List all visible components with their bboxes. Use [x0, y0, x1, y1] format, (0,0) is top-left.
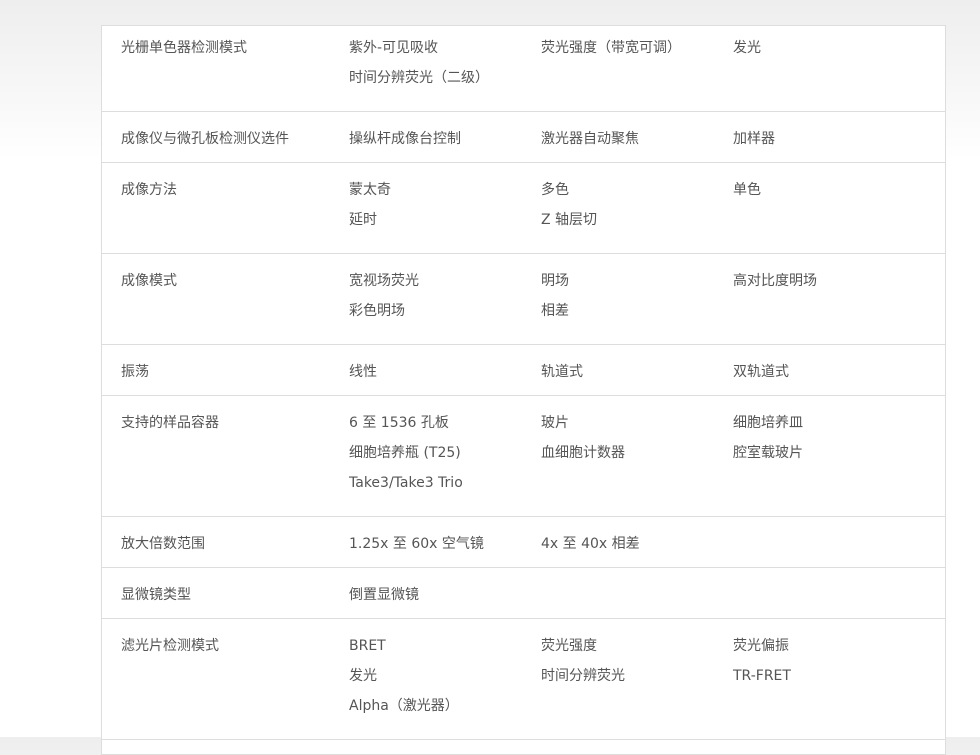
row-values-col1: BRET 发光 Alpha（激光器）	[349, 618, 541, 740]
spec-value: Alpha（激光器）	[349, 698, 459, 714]
spec-value: 发光	[733, 40, 761, 56]
spec-value: 细胞培养瓶 (T25)	[349, 445, 461, 461]
table-row: 显微镜类型 倒置显微镜	[102, 567, 945, 619]
row-values-col2: 明场 相差	[541, 253, 733, 345]
row-values-col3: 细胞培养皿 腔室载玻片	[733, 395, 945, 517]
spec-value: Take3/Take3 Trio	[349, 475, 463, 491]
row-values-col3: 双轨道式	[733, 344, 945, 396]
spec-value: 发光	[349, 668, 377, 684]
row-label: 振荡	[102, 344, 349, 396]
row-values-col3	[733, 516, 945, 568]
spec-value: BRET	[349, 638, 386, 654]
spec-value: 双轨道式	[733, 364, 789, 380]
row-values-col1: 6 至 1536 孔板 细胞培养瓶 (T25) Take3/Take3 Trio	[349, 395, 541, 517]
row-label: 成像仪与微孔板检测仪选件	[102, 111, 349, 163]
spec-value: 多色	[541, 182, 569, 198]
table-row: 支持的样品容器 6 至 1536 孔板 细胞培养瓶 (T25) Take3/Ta…	[102, 395, 945, 517]
row-values-col2: 荧光强度（带宽可调）	[541, 26, 733, 112]
row-values-col3: 单色	[733, 162, 945, 254]
spec-value: 4x 至 40x 相差	[541, 536, 640, 552]
table-row: 光栅单色器检测模式 紫外-可见吸收 时间分辨荧光（二级） 荧光强度（带宽可调） …	[102, 26, 945, 112]
row-label: 成像模式	[102, 253, 349, 345]
spec-value: 荧光偏振	[733, 638, 789, 654]
spec-value: 操纵杆成像台控制	[349, 131, 461, 147]
spec-value: 腔室载玻片	[733, 445, 803, 461]
spec-value: 相差	[541, 303, 569, 319]
row-values-col3	[733, 567, 945, 619]
table-row: 成像模式 宽视场荧光 彩色明场 明场 相差 高对比度明场	[102, 253, 945, 345]
table-row: 振荡 线性 轨道式 双轨道式	[102, 344, 945, 396]
row-values-col1: 1.25x 至 60x 空气镜	[349, 516, 541, 568]
spec-value: 荧光强度	[541, 638, 597, 654]
table-row: 滤光片检测模式 BRET 发光 Alpha（激光器） 荧光强度 时间分辨荧光 荧…	[102, 618, 945, 740]
spec-value: 1.25x 至 60x 空气镜	[349, 536, 484, 552]
spec-value: 时间分辨荧光（二级）	[349, 70, 489, 86]
spec-value: 单色	[733, 182, 761, 198]
row-values-col1: 倒置显微镜	[349, 567, 541, 619]
row-values-col1: 线性	[349, 344, 541, 396]
spec-value: 高对比度明场	[733, 273, 817, 289]
spec-panel: 光栅单色器检测模式 紫外-可见吸收 时间分辨荧光（二级） 荧光强度（带宽可调） …	[101, 25, 946, 755]
row-values-col2: 多色 Z 轴层切	[541, 162, 733, 254]
spec-value: 荧光强度（带宽可调）	[541, 40, 681, 56]
spec-value: 明场	[541, 273, 569, 289]
row-label: 滤光片检测模式	[102, 618, 349, 740]
spec-value: 玻片	[541, 415, 569, 431]
row-values-col2: 轨道式	[541, 344, 733, 396]
spec-value: 紫外-可见吸收	[349, 40, 439, 56]
spec-value: 线性	[349, 364, 377, 380]
table-row: 成像仪与微孔板检测仪选件 操纵杆成像台控制 激光器自动聚焦 加样器	[102, 111, 945, 163]
row-label: 光栅单色器检测模式	[102, 26, 349, 112]
spec-value: 蒙太奇	[349, 182, 391, 198]
row-values-col2: 激光器自动聚焦	[541, 111, 733, 163]
spec-value: 6 至 1536 孔板	[349, 415, 449, 431]
row-values-col1: 蒙太奇 延时	[349, 162, 541, 254]
table-row: 放大倍数范围 1.25x 至 60x 空气镜 4x 至 40x 相差	[102, 516, 945, 568]
row-values-col1: 操纵杆成像台控制	[349, 111, 541, 163]
row-values-col3: 高对比度明场	[733, 253, 945, 345]
row-values-col1: 宽视场荧光 彩色明场	[349, 253, 541, 345]
row-label: 成像方法	[102, 162, 349, 254]
row-values-col2	[541, 567, 733, 619]
spec-value: 细胞培养皿	[733, 415, 803, 431]
row-label: 放大倍数范围	[102, 516, 349, 568]
row-values-col2: 荧光强度 时间分辨荧光	[541, 618, 733, 740]
spec-value: 时间分辨荧光	[541, 668, 625, 684]
spec-value: 激光器自动聚焦	[541, 131, 639, 147]
spec-value: 延时	[349, 212, 377, 228]
spec-value: 血细胞计数器	[541, 445, 625, 461]
row-values-col3: 加样器	[733, 111, 945, 163]
spec-value: 加样器	[733, 131, 775, 147]
spec-value: TR-FRET	[733, 668, 791, 684]
row-values-col2: 4x 至 40x 相差	[541, 516, 733, 568]
row-values-col1: 紫外-可见吸收 时间分辨荧光（二级）	[349, 26, 541, 112]
table-row: 成像方法 蒙太奇 延时 多色 Z 轴层切 单色	[102, 162, 945, 254]
row-label: 支持的样品容器	[102, 395, 349, 517]
row-values-col3: 发光	[733, 26, 945, 112]
row-label: 显微镜类型	[102, 567, 349, 619]
spec-value: 倒置显微镜	[349, 587, 419, 603]
row-values-col3: 荧光偏振 TR-FRET	[733, 618, 945, 740]
spec-value: 彩色明场	[349, 303, 405, 319]
spec-table: 光栅单色器检测模式 紫外-可见吸收 时间分辨荧光（二级） 荧光强度（带宽可调） …	[102, 26, 945, 740]
spec-value: 轨道式	[541, 364, 583, 380]
spec-value: Z 轴层切	[541, 212, 598, 228]
spec-value: 宽视场荧光	[349, 273, 419, 289]
row-values-col2: 玻片 血细胞计数器	[541, 395, 733, 517]
